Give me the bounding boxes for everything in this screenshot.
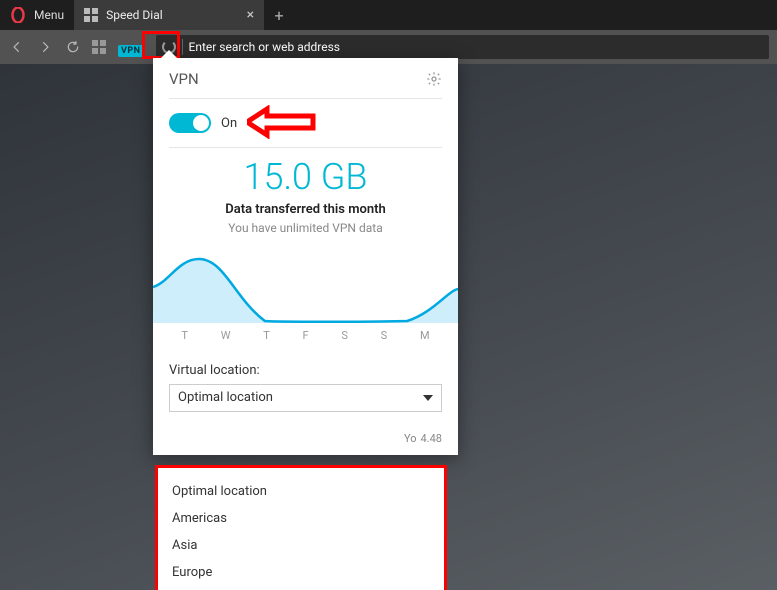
ip-address: Yo4.48	[153, 432, 458, 455]
usage-chart: T W T F S S M	[153, 243, 458, 353]
data-sublabel: You have unlimited VPN data	[169, 221, 442, 235]
popover-caret	[161, 50, 177, 58]
tab-speed-dial[interactable]: Speed Dial ×	[74, 0, 264, 30]
menu-button[interactable]: Menu	[0, 0, 74, 30]
location-option[interactable]: Asia	[158, 532, 444, 559]
location-option[interactable]: Optimal location	[158, 478, 444, 505]
chevron-down-icon	[423, 395, 433, 401]
location-option[interactable]: Americas	[158, 505, 444, 532]
data-amount: 15.0 GB	[169, 158, 442, 198]
location-select[interactable]: Optimal location	[169, 384, 442, 412]
address-input[interactable]	[189, 40, 763, 54]
data-label: Data transferred this month	[169, 202, 442, 217]
location-dropdown: Optimal location Americas Asia Europe	[155, 465, 447, 590]
forward-button[interactable]	[36, 38, 54, 56]
back-button[interactable]	[8, 38, 26, 56]
vpn-title: VPN	[169, 70, 199, 88]
address-bar[interactable]	[156, 35, 769, 59]
location-label: Virtual location:	[169, 363, 442, 378]
speed-dial-button[interactable]	[92, 40, 106, 54]
vpn-toggle[interactable]	[169, 113, 211, 133]
location-selected: Optimal location	[178, 390, 273, 405]
close-icon[interactable]: ×	[247, 8, 254, 22]
vpn-popover: VPN On 15.0 GB Data transferred this mon…	[153, 58, 458, 455]
menu-label: Menu	[34, 8, 64, 22]
reload-button[interactable]	[64, 38, 82, 56]
titlebar: Menu Speed Dial × +	[0, 0, 777, 30]
annotation-arrow	[247, 105, 317, 139]
opera-icon	[10, 7, 26, 23]
vpn-badge[interactable]: VPN	[118, 45, 144, 57]
chart-axis: T W T F S S M	[153, 323, 458, 342]
location-option[interactable]: Europe	[158, 559, 444, 586]
vpn-toggle-label: On	[221, 116, 237, 131]
new-tab-button[interactable]: +	[264, 0, 294, 30]
gear-icon[interactable]	[426, 71, 442, 87]
speed-dial-icon	[84, 8, 98, 22]
tab-title: Speed Dial	[106, 8, 163, 22]
